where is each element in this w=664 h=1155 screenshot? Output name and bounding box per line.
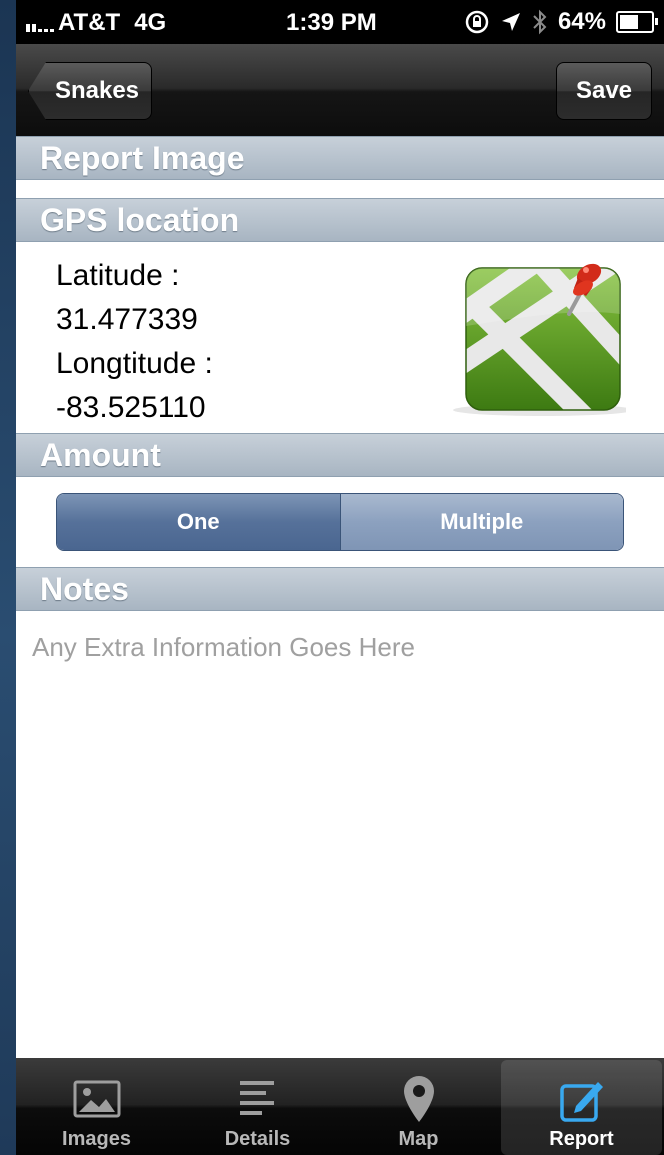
map-pin-icon[interactable] [436,248,626,418]
back-button[interactable]: Snakes [28,62,152,120]
tab-images[interactable]: Images [16,1058,177,1155]
section-header-notes: Notes [16,567,664,611]
battery-icon [616,11,658,33]
amount-segmented-control: One Multiple [56,493,624,551]
section-header-gps: GPS location [16,198,664,242]
latitude-value: 31.477339 [56,303,198,336]
tab-map[interactable]: Map [338,1058,499,1155]
tab-label: Images [62,1128,131,1150]
battery-percent: 64% [557,8,606,35]
app-screen: AT&T 4G 1:39 PM 64% Snakes Save Report I… [16,0,664,1155]
tab-report[interactable]: Report [501,1060,662,1155]
network-type: 4G [134,9,167,36]
save-button[interactable]: Save [556,62,652,120]
gps-coordinates: Latitude : 31.477339 Longtitude : -83.52… [56,254,213,430]
latitude-label: Latitude : [56,259,180,292]
amount-option-one[interactable]: One [57,494,341,550]
longitude-label: Longtitude : [56,347,213,380]
carrier-info: AT&T 4G [26,9,166,37]
rotation-lock-icon [465,10,489,34]
list-icon [239,1081,274,1115]
status-bar: AT&T 4G 1:39 PM 64% [16,0,664,44]
image-icon [73,1080,120,1118]
status-icons: 64% [464,8,658,36]
tab-bar: Images Details Map Report [16,1058,664,1155]
notes-input[interactable]: Any Extra Information Goes Here [32,632,415,663]
signal-icon [26,14,54,32]
clock: 1:39 PM [286,9,377,36]
longitude-value: -83.525110 [56,391,206,424]
section-header-amount: Amount [16,433,664,477]
navigation-bar: Snakes Save [16,44,664,137]
report-image-area[interactable] [16,180,664,198]
carrier-name: AT&T [58,9,121,36]
tab-label: Details [224,1128,291,1150]
bluetooth-icon [533,9,547,35]
location-arrow-icon [501,13,520,31]
map-pin-icon [403,1076,434,1122]
edit-icon [559,1082,603,1122]
section-header-report-image: Report Image [16,136,664,180]
amount-option-multiple[interactable]: Multiple [340,494,623,550]
tab-details[interactable]: Details [177,1058,338,1155]
tab-label: Report [549,1128,614,1150]
tab-label: Map [398,1128,439,1150]
